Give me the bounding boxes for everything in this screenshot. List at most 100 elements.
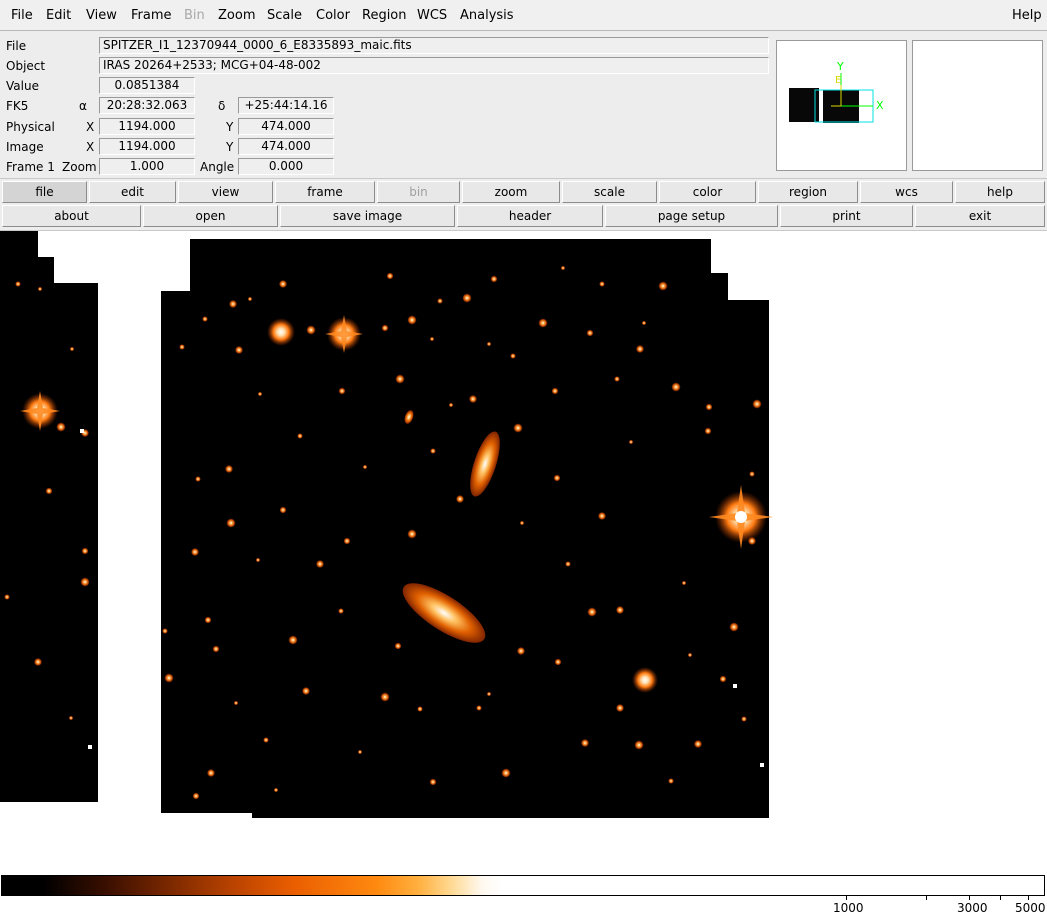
angle-label: Angle <box>200 160 235 174</box>
button-frame[interactable]: frame <box>275 181 375 203</box>
button-about[interactable]: about <box>2 205 141 227</box>
physical-x-field: 1194.000 <box>99 118 195 135</box>
menu-zoom[interactable]: Zoom <box>218 8 255 23</box>
field-star <box>554 658 562 666</box>
field-star <box>437 298 443 304</box>
field-star <box>273 787 279 793</box>
field-star <box>226 518 236 528</box>
button-zoom[interactable]: zoom <box>462 181 560 203</box>
field-star <box>357 749 363 755</box>
field-star <box>15 281 21 287</box>
file-label: File <box>6 39 27 53</box>
button-edit[interactable]: edit <box>89 181 176 203</box>
physical-x-label: X <box>86 120 95 134</box>
button-exit[interactable]: exit <box>915 205 1045 227</box>
button-view[interactable]: view <box>178 181 273 203</box>
menu-edit[interactable]: Edit <box>46 8 71 23</box>
menu-frame[interactable]: Frame <box>131 8 172 23</box>
field-star <box>279 280 287 288</box>
menu-bin[interactable]: Bin <box>184 8 205 23</box>
menu-wcs[interactable]: WCS <box>417 8 447 23</box>
button-wcs[interactable]: wcs <box>860 181 953 203</box>
button-print[interactable]: print <box>780 205 913 227</box>
field-star <box>69 346 75 352</box>
image-display[interactable] <box>0 230 1047 873</box>
compass-e-text: E <box>835 75 841 86</box>
field-star <box>616 606 624 614</box>
delta-symbol: δ <box>218 99 226 113</box>
button-region[interactable]: region <box>758 181 858 203</box>
field-star <box>362 464 368 470</box>
field-star <box>752 399 762 409</box>
image-x-label: X <box>86 140 95 154</box>
field-star <box>634 740 644 750</box>
panner-thumbnail: Y X E <box>789 60 884 123</box>
field-star <box>587 607 597 617</box>
field-star <box>694 740 702 748</box>
field-star <box>255 557 261 563</box>
field-star <box>316 560 324 568</box>
field-star <box>263 737 269 743</box>
colorbar-tick <box>846 896 847 900</box>
field-star <box>417 706 423 712</box>
menu-file[interactable]: File <box>11 8 33 23</box>
field-star <box>229 300 237 308</box>
field-star <box>297 433 303 439</box>
field-star <box>247 296 253 302</box>
field-star <box>636 345 644 353</box>
zoom-label: Zoom <box>62 160 97 174</box>
panner-view[interactable]: Y X E <box>776 40 907 171</box>
button-header[interactable]: header <box>457 205 603 227</box>
field-star <box>386 272 394 280</box>
object-field: IRAS 20264+2533; MCG+04-48-002 <box>99 57 769 74</box>
hot-pixel <box>88 745 92 749</box>
colorbar[interactable] <box>1 875 1045 896</box>
menu-bar: File Edit View Frame Bin Zoom Scale Colo… <box>0 0 1047 31</box>
field-star <box>614 376 620 382</box>
button-help[interactable]: help <box>955 181 1045 203</box>
physical-y-field: 474.000 <box>238 118 334 135</box>
button-save-image[interactable]: save image <box>280 205 455 227</box>
compass-x-text: X <box>876 99 884 112</box>
colorbar-tick-label: 5000 <box>1015 901 1046 915</box>
button-page-setup[interactable]: page setup <box>605 205 778 227</box>
field-star <box>37 286 43 292</box>
field-star <box>748 537 756 545</box>
button-scale[interactable]: scale <box>562 181 657 203</box>
physical-y-label: Y <box>226 120 234 134</box>
field-star <box>192 792 200 800</box>
menu-help[interactable]: Help <box>1012 8 1042 23</box>
fits-image[interactable] <box>0 231 1047 874</box>
field-star <box>749 471 755 477</box>
field-star <box>513 423 523 433</box>
field-star <box>81 547 89 555</box>
field-star <box>204 616 212 624</box>
field-star <box>719 675 727 683</box>
button-bar-file: about open save image header page setup … <box>0 204 1047 230</box>
image-x-field: 1194.000 <box>99 138 195 155</box>
field-star <box>510 353 516 359</box>
field-star <box>668 778 674 784</box>
menu-color[interactable]: Color <box>316 8 350 23</box>
field-star <box>4 594 10 600</box>
field-star <box>257 391 263 397</box>
menu-view[interactable]: View <box>86 8 117 23</box>
field-star <box>538 318 548 328</box>
field-star <box>501 768 511 778</box>
button-bin[interactable]: bin <box>377 181 460 203</box>
field-star <box>164 673 174 683</box>
button-open[interactable]: open <box>143 205 278 227</box>
menu-analysis[interactable]: Analysis <box>460 8 514 23</box>
menu-scale[interactable]: Scale <box>267 8 302 23</box>
field-star <box>80 577 90 587</box>
button-file[interactable]: file <box>2 181 87 203</box>
field-star <box>343 537 351 545</box>
value-field: 0.0851384 <box>99 77 195 94</box>
field-star <box>56 422 66 432</box>
button-color[interactable]: color <box>659 181 756 203</box>
menu-region[interactable]: Region <box>362 8 407 23</box>
field-star <box>429 336 435 342</box>
field-star <box>306 325 316 335</box>
field-star <box>302 687 310 695</box>
angle-field: 0.000 <box>238 158 334 175</box>
